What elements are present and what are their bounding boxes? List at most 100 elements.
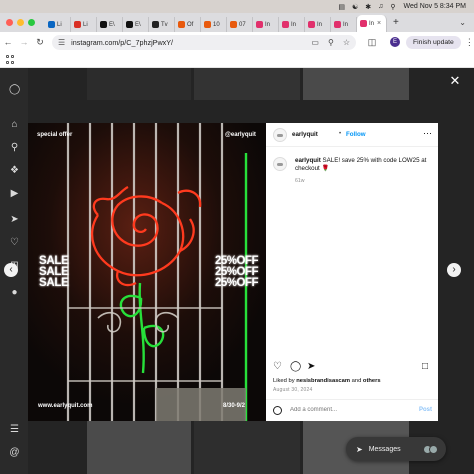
site-info-icon[interactable]: ☰ <box>58 38 65 47</box>
notifications-heart-icon[interactable]: ♡ <box>9 237 20 248</box>
zoom-window-button[interactable] <box>28 19 35 26</box>
forward-arrow-icon[interactable]: → <box>16 37 32 47</box>
post-image[interactable]: special offer @earlyquit SALE SALE SALE … <box>28 123 266 421</box>
image-text-bottom-left: www.earlyquit.com <box>38 403 93 409</box>
explore-icon[interactable]: ❖ <box>9 165 20 176</box>
messages-icon: ➤ <box>356 444 363 454</box>
browser-tab[interactable]: E\ <box>97 17 123 32</box>
post-actions: ♡ ◯ ➤ □ <box>266 361 438 375</box>
instagram-logo-icon[interactable]: ◯ <box>9 84 20 95</box>
caption-username[interactable]: earlyquit <box>295 157 321 164</box>
browser-tab[interactable]: Tv <box>149 17 175 32</box>
menu-kebab-icon[interactable]: ⋮ <box>465 37 474 48</box>
browser-tab[interactable]: Li <box>71 17 97 32</box>
tab-label: E\ <box>135 21 141 28</box>
browser-tab[interactable]: Of <box>175 17 201 32</box>
browser-tab[interactable]: 10 <box>201 17 227 32</box>
search-icon[interactable]: ⚲ <box>390 3 395 11</box>
app-icon <box>204 21 211 28</box>
profile-avatar-icon[interactable]: ● <box>9 287 20 298</box>
more-options-icon[interactable]: ⋯ <box>423 128 432 139</box>
home-icon[interactable]: ⌂ <box>9 119 20 130</box>
comment-input[interactable] <box>290 407 400 413</box>
instagram-icon <box>334 21 341 28</box>
emoji-icon[interactable] <box>273 406 282 415</box>
background-tile <box>194 420 300 474</box>
caption-author-avatar[interactable] <box>273 157 287 171</box>
messages-button[interactable]: ➤ Messages <box>346 437 446 461</box>
author-username[interactable]: earlyquit <box>292 131 318 138</box>
liked-by-others[interactable]: others <box>363 378 381 384</box>
apps-grid-icon[interactable] <box>6 55 15 64</box>
share-icon[interactable]: ➤ <box>307 361 315 373</box>
post-header: earlyquit • Follow ⋯ <box>266 123 438 147</box>
minimize-window-button[interactable] <box>17 19 24 26</box>
cast-icon[interactable]: ▭ <box>311 38 319 47</box>
reels-icon[interactable]: ▶ <box>9 188 20 199</box>
background-tile <box>87 420 191 474</box>
background-tile <box>194 68 300 100</box>
zoom-icon[interactable]: ⚲ <box>328 38 334 47</box>
x-icon <box>126 21 133 28</box>
close-window-button[interactable] <box>6 19 13 26</box>
tab-label: Li <box>57 21 62 28</box>
browser-tab[interactable]: In <box>279 17 305 32</box>
image-text-top-left: special offer <box>37 132 73 138</box>
next-post-chevron-icon[interactable]: › <box>447 263 461 277</box>
bluetooth-icon[interactable]: ✱ <box>365 3 371 11</box>
post-date[interactable]: August 30, 2024 <box>273 387 312 393</box>
browser-tab[interactable]: E\ <box>123 17 149 32</box>
tab-search-chevron-icon[interactable]: ⌄ <box>459 18 466 27</box>
control-center-icon[interactable]: ▤ <box>338 3 345 11</box>
bookmark-star-icon[interactable]: ☆ <box>343 38 350 47</box>
browser-tab[interactable]: In <box>331 17 357 32</box>
discount-text-block: 25%OFF 25%OFF 25%OFF <box>215 255 261 289</box>
browser-tab[interactable]: Li <box>45 17 71 32</box>
reload-icon[interactable]: ↻ <box>32 37 48 48</box>
tab-label: E\ <box>109 21 115 28</box>
wifi-icon[interactable]: ☯ <box>352 3 358 11</box>
app-icon <box>178 21 185 28</box>
threads-icon <box>152 21 159 28</box>
sound-icon[interactable]: ♫ <box>378 3 383 10</box>
image-text-top-right: @earlyquit <box>225 132 256 138</box>
browser-tab[interactable]: In <box>305 17 331 32</box>
close-tab-icon[interactable]: × <box>377 20 381 27</box>
close-icon[interactable]: ✕ <box>448 74 462 88</box>
post-comment-button[interactable]: Post <box>419 407 432 413</box>
menubar-clock[interactable]: Wed Nov 5 8:34 PM <box>403 3 466 10</box>
instagram-icon <box>360 20 367 27</box>
threads-icon[interactable]: @ <box>9 447 20 458</box>
post-details-panel: earlyquit • Follow ⋯ earlyquit SALE! sav… <box>266 123 438 421</box>
back-arrow-icon[interactable]: ← <box>0 37 16 47</box>
profile-avatar[interactable]: E <box>390 37 400 47</box>
browser-tab[interactable]: In × <box>357 15 387 32</box>
caption-timestamp[interactable]: 61w <box>295 178 305 184</box>
message-avatars <box>423 444 438 454</box>
previous-post-chevron-icon[interactable]: ‹ <box>4 263 18 277</box>
like-heart-icon[interactable]: ♡ <box>273 361 282 373</box>
address-bar[interactable]: ☰ instagram.com/p/C_7phzjPwxY/ ▭ ⚲ ☆ <box>52 34 356 50</box>
browser-tab[interactable]: 07 <box>227 17 253 32</box>
comment-icon[interactable]: ◯ <box>290 361 301 373</box>
messages-icon[interactable]: ➤ <box>9 214 20 225</box>
messages-label: Messages <box>368 445 401 453</box>
liked-by-user[interactable]: nesisbrandisascam <box>296 378 350 384</box>
sidebar-icon[interactable]: ◫ <box>364 37 380 48</box>
follow-button[interactable]: Follow <box>346 131 366 138</box>
new-tab-button[interactable]: + <box>393 17 399 28</box>
more-menu-icon[interactable]: ☰ <box>9 424 20 435</box>
sale-line: SALE <box>39 277 69 289</box>
save-bookmark-icon[interactable]: □ <box>422 361 428 373</box>
post-caption: earlyquit SALE! save 25% with code LOW25… <box>295 157 433 173</box>
linkedin-icon <box>48 21 55 28</box>
instagram-icon <box>282 21 289 28</box>
browser-toolbar: ← → ↻ ☰ instagram.com/p/C_7phzjPwxY/ ▭ ⚲… <box>0 32 474 52</box>
sale-text-block: SALE SALE SALE <box>39 255 89 289</box>
tab-label: In <box>265 21 271 28</box>
search-icon[interactable]: ⚲ <box>9 142 20 153</box>
finish-update-button[interactable]: Finish update <box>406 35 461 49</box>
author-avatar[interactable] <box>273 128 287 142</box>
browser-tab[interactable]: In <box>253 17 279 32</box>
url-text[interactable]: instagram.com/p/C_7phzjPwxY/ <box>71 38 173 47</box>
